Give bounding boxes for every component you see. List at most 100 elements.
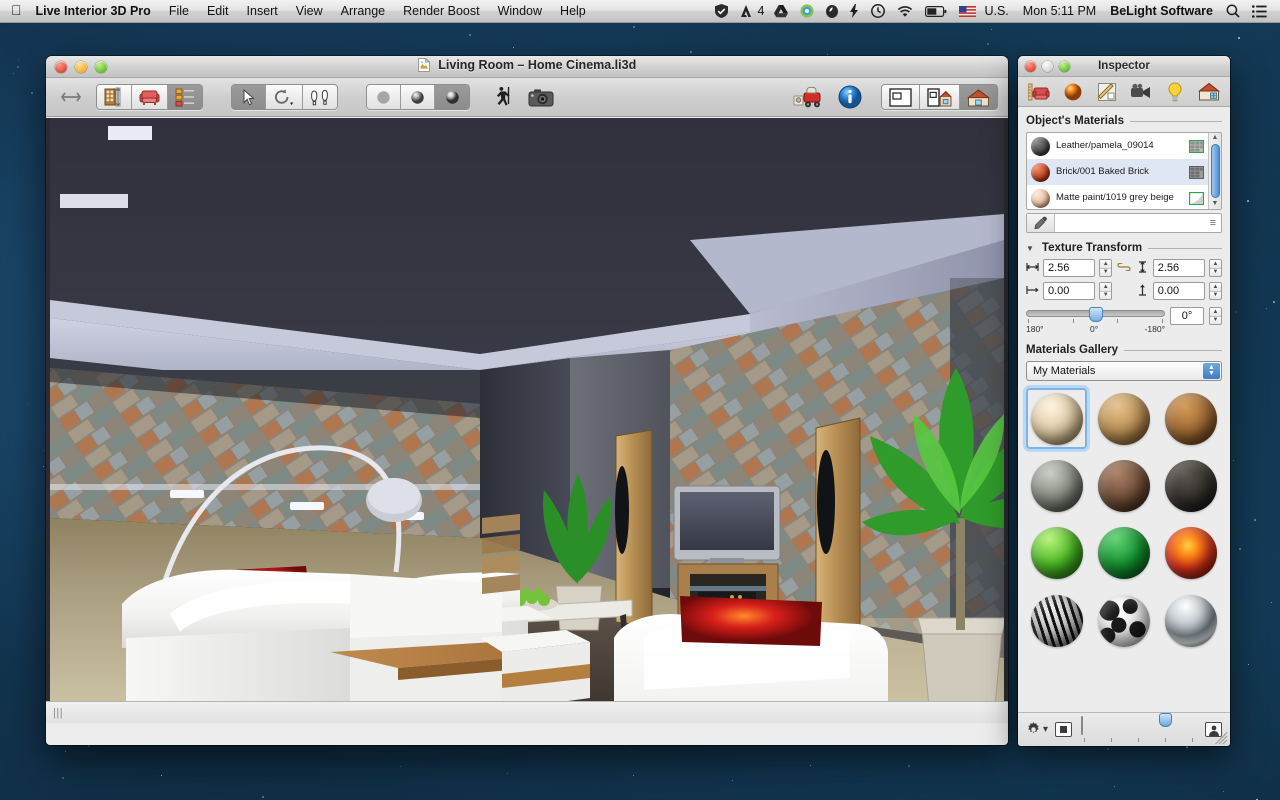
inspector-tab-edit[interactable] bbox=[1094, 79, 1121, 104]
inspector-titlebar[interactable]: Inspector bbox=[1018, 56, 1230, 77]
inspector-tab-materials[interactable] bbox=[1060, 79, 1087, 104]
texture-offset-y-stepper[interactable]: ▲ ▼ bbox=[1208, 282, 1222, 300]
menu-clock[interactable]: Mon 5:11 PM bbox=[1016, 0, 1103, 23]
materials-collection-dropdown[interactable]: My Materials ▲ ▼ bbox=[1026, 361, 1222, 381]
objects-materials-list[interactable]: Leather/pamela_09014 Brick/001 Baked Bri… bbox=[1026, 132, 1222, 210]
split-house-view-button[interactable] bbox=[920, 85, 960, 109]
slider-knob[interactable] bbox=[1159, 713, 1173, 727]
account-name[interactable]: BeLight Software bbox=[1103, 0, 1220, 23]
gallery-swatch-parquet[interactable] bbox=[1161, 388, 1222, 449]
chevron-updown-icon[interactable]: ▲ ▼ bbox=[1203, 363, 1220, 379]
gallery-swatch-oak-wood[interactable] bbox=[1093, 388, 1154, 449]
rotation-slider-knob[interactable] bbox=[1088, 307, 1103, 322]
adobe-icon[interactable] bbox=[734, 0, 758, 23]
thumbnail-size-slider[interactable] bbox=[1081, 713, 1196, 742]
shield-icon[interactable] bbox=[709, 0, 734, 23]
menu-window[interactable]: Window bbox=[489, 0, 551, 23]
3d-scene-render[interactable] bbox=[50, 118, 1004, 723]
link-chain-icon[interactable] bbox=[1116, 262, 1131, 274]
list-view-button[interactable] bbox=[168, 85, 202, 109]
resize-grip-indicator[interactable]: ||| bbox=[53, 707, 63, 719]
texture-width-stepper[interactable]: ▲ ▼ bbox=[1099, 259, 1113, 277]
building-view-button[interactable] bbox=[97, 85, 132, 109]
hamburger-menu-icon[interactable]: ≡ bbox=[1210, 217, 1221, 229]
texture-height-stepper[interactable]: ▲ ▼ bbox=[1208, 259, 1222, 277]
smooth-shading-button[interactable] bbox=[401, 85, 435, 109]
search-icon[interactable] bbox=[1220, 0, 1246, 23]
inspector-tab-camera[interactable] bbox=[1128, 79, 1155, 104]
inspector-tab-project[interactable] bbox=[1196, 79, 1223, 104]
plan-view-button[interactable] bbox=[882, 85, 920, 109]
info-icon[interactable] bbox=[835, 83, 865, 111]
texture-height-input[interactable]: 2.56 bbox=[1152, 259, 1205, 277]
material-row-leather[interactable]: Leather/pamela_09014 bbox=[1027, 133, 1208, 159]
close-button[interactable] bbox=[55, 60, 67, 73]
gallery-swatch-light-wood[interactable] bbox=[1026, 388, 1087, 449]
texture-rotation-input[interactable]: 0° bbox=[1170, 307, 1204, 325]
disclosure-triangle-icon[interactable]: ▼ bbox=[1026, 244, 1034, 253]
material-row-brick[interactable]: Brick/001 Baked Brick bbox=[1027, 159, 1208, 185]
menu-insert[interactable]: Insert bbox=[238, 0, 287, 23]
minimize-button[interactable] bbox=[75, 60, 87, 73]
gallery-swatch-fire-lava[interactable] bbox=[1161, 523, 1222, 584]
window-titlebar[interactable]: Living Room – Home Cinema.li3d bbox=[46, 56, 1008, 78]
gallery-swatch-cow-spots[interactable] bbox=[1093, 590, 1154, 651]
rotate-tool-button[interactable] bbox=[266, 85, 303, 109]
wifi-icon[interactable] bbox=[891, 0, 919, 23]
notification-center-icon[interactable] bbox=[1246, 0, 1273, 23]
chevron-down-icon[interactable]: ▾ bbox=[1043, 724, 1048, 735]
material-row-matte-paint[interactable]: Matte paint/1019 grey beige bbox=[1027, 185, 1208, 209]
furniture-view-button[interactable] bbox=[132, 85, 168, 109]
rotation-slider[interactable] bbox=[1026, 307, 1165, 322]
gear-icon[interactable]: ▾ bbox=[1026, 722, 1048, 737]
walkthrough-icon[interactable] bbox=[486, 83, 516, 111]
inspector-tab-object[interactable] bbox=[1026, 79, 1053, 104]
gallery-swatch-brown-leather[interactable] bbox=[1093, 455, 1154, 516]
toggle-sidebar[interactable] bbox=[56, 83, 86, 111]
zoom-button[interactable] bbox=[95, 60, 107, 73]
google-drive-icon[interactable] bbox=[768, 0, 794, 23]
scroll-up-icon[interactable]: ▲ bbox=[1212, 134, 1219, 142]
gallery-swatch-dark-asphalt[interactable] bbox=[1161, 455, 1222, 516]
realistic-shading-button[interactable] bbox=[435, 85, 469, 109]
gallery-swatch-zebra-fur[interactable] bbox=[1026, 590, 1087, 651]
texture-transform-header[interactable]: ▼ Texture Transform bbox=[1026, 242, 1222, 254]
walk-tool-button[interactable] bbox=[303, 85, 337, 109]
menu-edit[interactable]: Edit bbox=[198, 0, 238, 23]
evernote-icon[interactable] bbox=[820, 0, 844, 23]
menu-render-boost[interactable]: Render Boost bbox=[394, 0, 488, 23]
scroll-down-icon[interactable]: ▼ bbox=[1212, 200, 1219, 208]
input-source-label[interactable]: U.S. bbox=[982, 0, 1015, 23]
gallery-swatch-chrome-metal[interactable] bbox=[1161, 590, 1222, 651]
materials-list-scrollbar[interactable]: ▲ ▼ bbox=[1208, 133, 1221, 209]
texture-width-input[interactable]: 2.56 bbox=[1043, 259, 1096, 277]
inspector-resize-grip[interactable] bbox=[1215, 732, 1228, 745]
select-tool-button[interactable] bbox=[232, 85, 266, 109]
texture-rotation-stepper[interactable]: ▲ ▼ bbox=[1209, 307, 1222, 325]
inspector-tab-light[interactable] bbox=[1162, 79, 1189, 104]
apple-icon[interactable]:  bbox=[0, 3, 34, 17]
us-flag-icon[interactable] bbox=[953, 0, 982, 23]
menu-file[interactable]: File bbox=[160, 0, 198, 23]
render-boost-truck-icon[interactable] bbox=[791, 83, 825, 111]
menu-view[interactable]: View bbox=[287, 0, 332, 23]
flat-shading-button[interactable] bbox=[367, 85, 401, 109]
menu-app-name[interactable]: Live Interior 3D Pro bbox=[34, 0, 160, 23]
battery-icon[interactable] bbox=[919, 0, 953, 23]
dropbox-icon[interactable] bbox=[794, 0, 820, 23]
texture-offset-y-input[interactable]: 0.00 bbox=[1152, 282, 1205, 300]
eyedropper-icon[interactable] bbox=[1027, 214, 1055, 232]
bolt-icon[interactable] bbox=[844, 0, 865, 23]
texture-offset-x-stepper[interactable]: ▲ ▼ bbox=[1099, 282, 1113, 300]
texture-offset-x-input[interactable]: 0.00 bbox=[1043, 282, 1096, 300]
menu-help[interactable]: Help bbox=[551, 0, 595, 23]
gallery-swatch-light-green-gloss[interactable] bbox=[1026, 523, 1087, 584]
3d-view-button[interactable] bbox=[960, 85, 997, 109]
scrollbar-thumb[interactable] bbox=[1210, 144, 1220, 198]
gallery-swatch-stone-wall[interactable] bbox=[1026, 455, 1087, 516]
camera-icon[interactable] bbox=[526, 83, 556, 111]
menu-arrange[interactable]: Arrange bbox=[332, 0, 394, 23]
viewport[interactable]: ||| bbox=[46, 118, 1008, 723]
clock-icon[interactable] bbox=[865, 0, 891, 23]
gallery-swatch-dark-green-gloss[interactable] bbox=[1093, 523, 1154, 584]
